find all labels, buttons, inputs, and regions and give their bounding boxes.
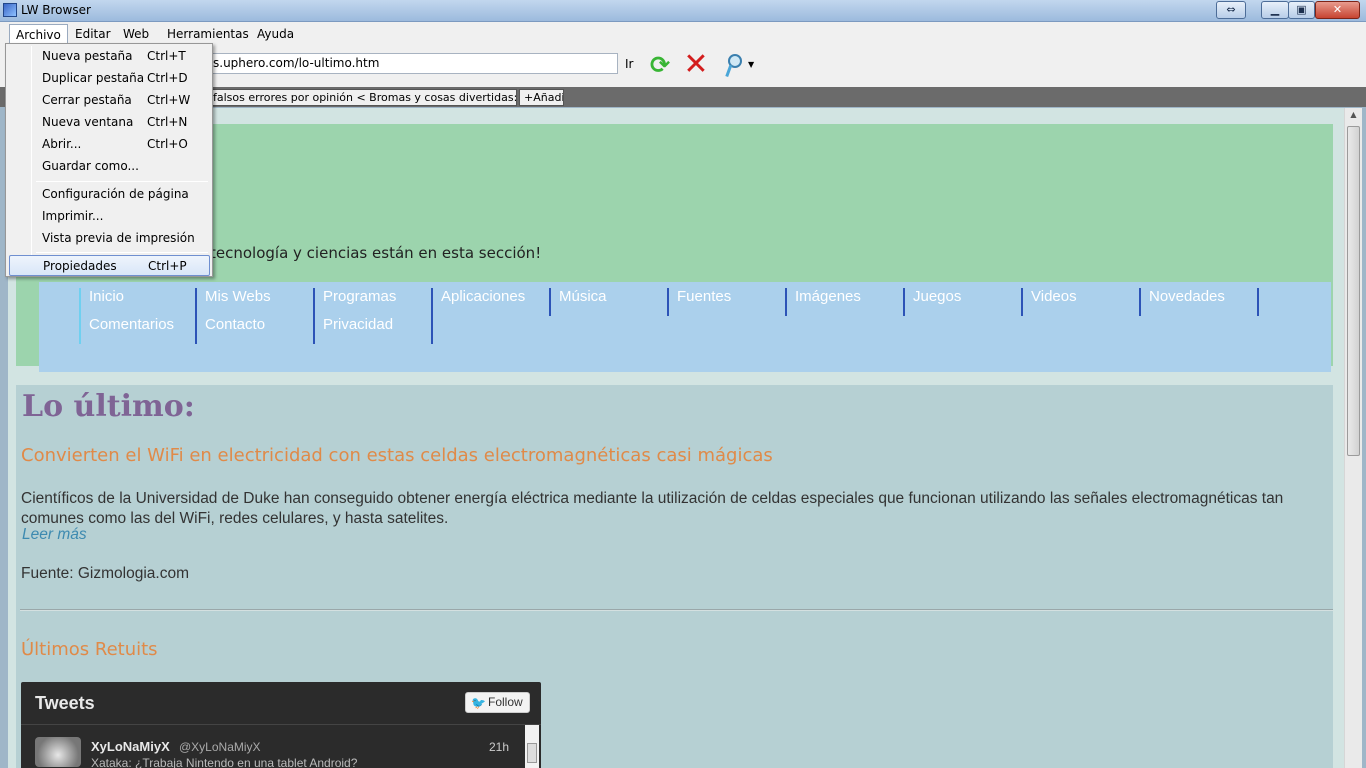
menu-bar: Archivo Editar Web Herramientas Ayuda — [0, 22, 1366, 44]
menu-item-label: Nueva ventana — [42, 115, 134, 129]
tweet-time[interactable]: 21h — [489, 740, 509, 754]
window-edge — [1362, 108, 1366, 768]
menu-item-label: Configuración de página — [42, 187, 189, 201]
article-body: Científicos de la Universidad de Duke ha… — [21, 490, 1284, 527]
minimize-button[interactable]: ▁ — [1261, 1, 1289, 19]
follow-button[interactable]: 🐦 Follow — [465, 692, 530, 713]
nav-link-mis-webs[interactable]: Mis Webs — [197, 288, 315, 316]
menu-item-shortcut: Ctrl+W — [147, 93, 191, 107]
tweets-scrollbar[interactable] — [525, 725, 539, 768]
follow-label: Follow — [488, 695, 523, 709]
nav-link-juegos[interactable]: Juegos — [905, 288, 1023, 316]
menu-item-label: Imprimir... — [42, 209, 104, 223]
tweets-list: XyLoNaMiyX @XyLoNaMiyX 21h Xataka: ¿Trab… — [21, 724, 541, 768]
nav-link-musica[interactable]: Música — [551, 288, 669, 316]
menu-item-duplicar-pestana[interactable]: Duplicar pestaña Ctrl+D — [9, 68, 210, 89]
menu-archivo[interactable]: Archivo — [9, 24, 68, 44]
nav-link-fuentes[interactable]: Fuentes — [669, 288, 787, 316]
menu-item-nueva-ventana[interactable]: Nueva ventana Ctrl+N — [9, 112, 210, 133]
menu-item-label: Guardar como... — [42, 159, 139, 173]
page-title: Lo último: — [22, 389, 195, 424]
article-title[interactable]: Convierten el WiFi en electricidad con e… — [21, 445, 773, 466]
go-button[interactable]: Ir — [625, 57, 633, 71]
site-nav: Inicio Mis Webs Programas Aplicaciones M… — [39, 282, 1331, 372]
avatar[interactable] — [35, 737, 81, 767]
nav-link-videos[interactable]: Videos — [1023, 288, 1141, 316]
search-dropdown-icon[interactable]: ▼ — [748, 60, 754, 69]
title-bar: LW Browser ⇔ ▁ ▣ ✕ — [0, 0, 1366, 22]
menu-item-propiedades[interactable]: Propiedades Ctrl+P — [9, 255, 210, 276]
menu-item-label: Nueva pestaña — [42, 49, 133, 63]
menu-item-shortcut: Ctrl+O — [147, 137, 188, 151]
read-more-link[interactable]: Leer más — [22, 526, 87, 544]
window-title: LW Browser — [21, 3, 91, 17]
search-icon[interactable] — [720, 52, 748, 80]
menu-item-shortcut: Ctrl+N — [147, 115, 188, 129]
page-scrollbar[interactable]: ▲ — [1344, 108, 1362, 768]
nav-link-aplicaciones[interactable]: Aplicaciones — [433, 288, 551, 316]
menu-herramientas[interactable]: Herramientas — [161, 24, 255, 44]
tweet-user[interactable]: XyLoNaMiyX — [91, 739, 170, 754]
nav-link-novedades[interactable]: Novedades — [1141, 288, 1259, 316]
tab-current[interactable]: falsos errores por opinión < Bromas y co… — [208, 89, 517, 106]
menu-item-label: Propiedades — [43, 259, 117, 273]
menu-item-label: Vista previa de impresión — [42, 231, 195, 245]
menu-item-configuracion-pagina[interactable]: Configuración de página — [9, 184, 210, 205]
section-divider — [20, 609, 1333, 611]
scroll-thumb[interactable] — [1347, 126, 1360, 456]
menu-item-label: Cerrar pestaña — [42, 93, 132, 107]
menu-item-abrir[interactable]: Abrir... Ctrl+O — [9, 134, 210, 155]
menu-web[interactable]: Web — [117, 24, 155, 44]
retweets-title: Últimos Retuits — [21, 639, 158, 660]
menu-item-imprimir[interactable]: Imprimir... — [9, 206, 210, 227]
twitter-bird-icon: 🐦 — [471, 696, 486, 710]
resize-button[interactable]: ⇔ — [1216, 1, 1246, 19]
tweet-text: Xataka: ¿Trabaja Nintendo en una tablet … — [91, 756, 358, 768]
tweets-header: Tweets — [35, 693, 95, 713]
address-input[interactable]: s.uphero.com/lo-ultimo.htm — [208, 53, 618, 74]
menu-separator — [36, 252, 208, 253]
nav-link-inicio[interactable]: Inicio — [79, 288, 197, 316]
nav-link-imagenes[interactable]: Imágenes — [787, 288, 905, 316]
menu-item-shortcut: Ctrl+P — [148, 259, 187, 273]
app-icon — [3, 3, 17, 17]
main-content: Lo último: Convierten el WiFi en electri… — [16, 385, 1333, 768]
refresh-icon[interactable]: ⟳ — [646, 52, 674, 80]
menu-separator — [36, 181, 208, 182]
stop-icon[interactable]: ✕ — [682, 50, 710, 80]
article-source: Fuente: Gizmologia.com — [21, 565, 189, 582]
maximize-button[interactable]: ▣ — [1288, 1, 1315, 19]
tweets-widget: Tweets 🐦 Follow XyLoNaMiyX @XyLoNaMiyX 2… — [21, 682, 541, 768]
menu-item-guardar-como[interactable]: Guardar como... — [9, 156, 210, 177]
scroll-up-icon[interactable]: ▲ — [1345, 110, 1362, 124]
site-tagline: tecnología y ciencias están en esta secc… — [210, 244, 542, 262]
menu-ayuda[interactable]: Ayuda — [251, 24, 300, 44]
nav-link-privacidad[interactable]: Privacidad — [315, 316, 433, 344]
menu-item-label: Duplicar pestaña — [42, 71, 145, 85]
nav-link-contacto[interactable]: Contacto — [197, 316, 315, 344]
menu-item-cerrar-pestana[interactable]: Cerrar pestaña Ctrl+W — [9, 90, 210, 111]
tweet-handle[interactable]: @XyLoNaMiyX — [179, 740, 261, 754]
site-header: tecnología y ciencias están en esta secc… — [16, 124, 1333, 372]
menu-item-shortcut: Ctrl+T — [147, 49, 186, 63]
menu-item-nueva-pestana[interactable]: Nueva pestaña Ctrl+T — [9, 46, 210, 67]
archivo-menu: Nueva pestaña Ctrl+T Duplicar pestaña Ctrl… — [5, 43, 213, 277]
menu-item-vista-previa[interactable]: Vista previa de impresión — [9, 228, 210, 249]
add-tab-button[interactable]: +Añadir — [519, 89, 564, 106]
nav-link-comentarios[interactable]: Comentarios — [79, 316, 197, 344]
close-button[interactable]: ✕ — [1315, 1, 1360, 19]
menu-item-shortcut: Ctrl+D — [147, 71, 188, 85]
menu-item-label: Abrir... — [42, 137, 82, 151]
nav-link-programas[interactable]: Programas — [315, 288, 433, 316]
tweets-scroll-thumb[interactable] — [527, 743, 537, 763]
menu-editar[interactable]: Editar — [69, 24, 117, 44]
